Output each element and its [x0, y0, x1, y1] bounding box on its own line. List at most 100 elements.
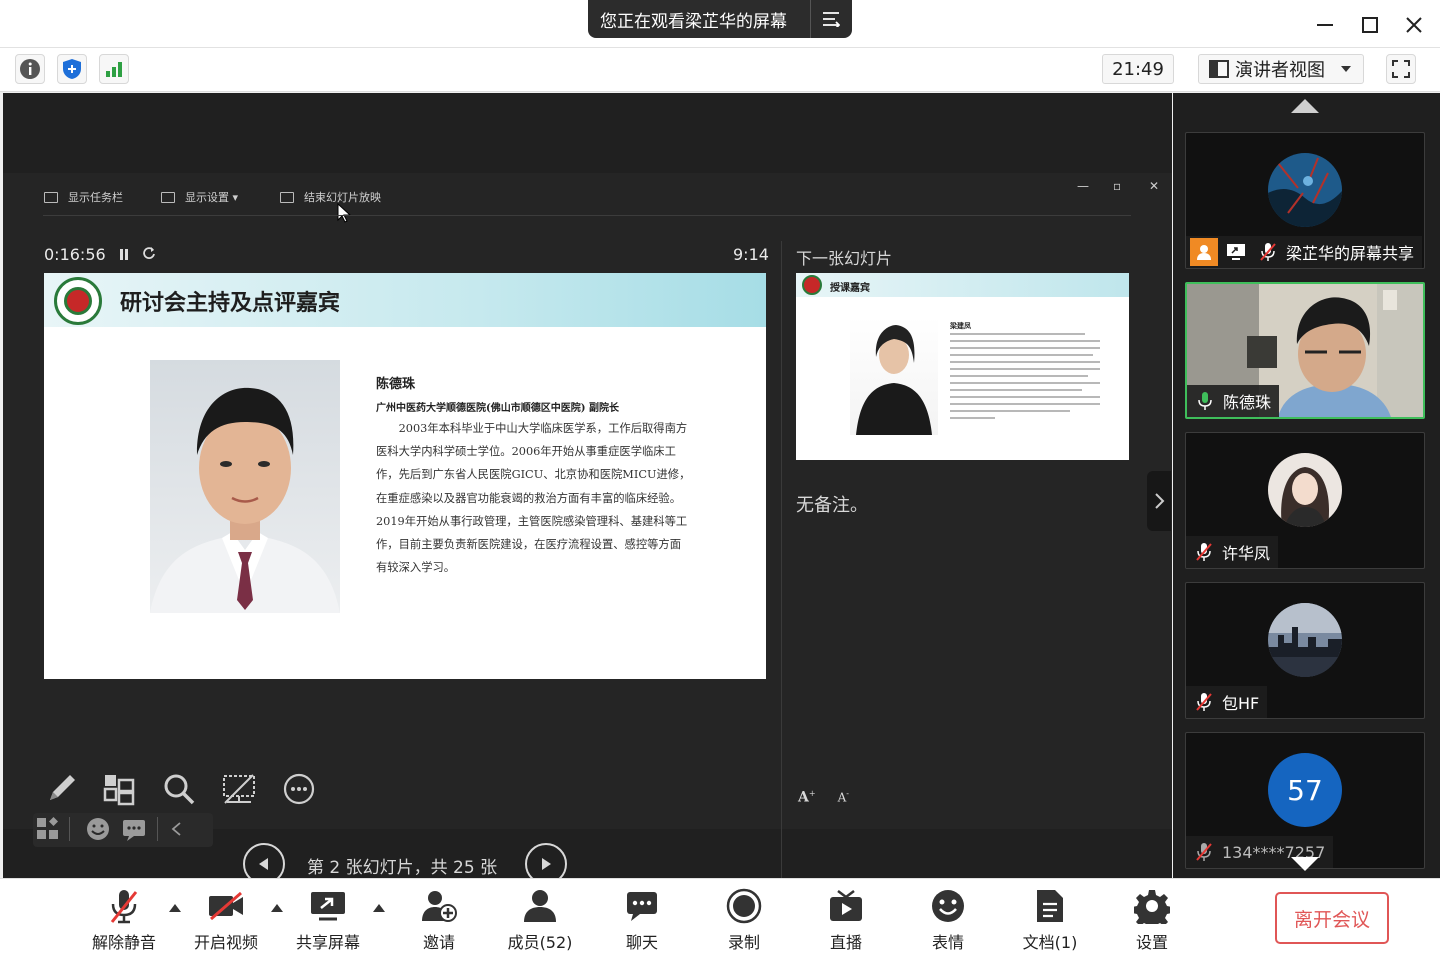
- slide-header: 研讨会主持及点评嘉宾: [44, 273, 766, 327]
- members-icon: [495, 887, 585, 925]
- maximize-icon[interactable]: [1355, 10, 1385, 40]
- record-icon: [699, 887, 789, 925]
- next-slide-preview[interactable]: 授课嘉宾 梁建凤: [796, 273, 1129, 460]
- reactions-button[interactable]: 表情: [903, 887, 993, 953]
- participant-label: 梁芷华的屏幕共享: [1186, 236, 1423, 268]
- display-settings-label: 显示设置 ▾: [185, 191, 239, 204]
- record-button[interactable]: 录制: [699, 887, 789, 953]
- current-slide[interactable]: 研讨会主持及点评嘉宾 陈德珠 广州中医药大学顺德医院(佛山市顺德区中医院) 副院…: [44, 273, 766, 679]
- slide-counter: 第 2 张幻灯片，共 25 张: [307, 858, 498, 878]
- speaker-name: 陈德珠: [376, 377, 416, 392]
- video-options-caret[interactable]: [271, 904, 283, 912]
- participant-avatar: [1268, 603, 1342, 677]
- scroll-down-icon[interactable]: [1291, 857, 1319, 871]
- screen-share-banner[interactable]: 您正在观看梁芷华的屏幕: [588, 0, 852, 38]
- meeting-control-bar: 解除静音 开启视频 共享屏幕 邀请 成员(52) 聊天 录制 直播 表情 文档(…: [0, 878, 1440, 960]
- comment-icon[interactable]: [121, 816, 147, 842]
- next-slide-text-lines: [950, 333, 1100, 424]
- reset-timer-icon[interactable]: [142, 245, 156, 264]
- mic-muted-icon: [1190, 838, 1218, 866]
- video-label: 开启视频: [193, 933, 258, 952]
- layout-icon: [1209, 60, 1229, 78]
- next-slide-speaker-name: 梁建凤: [950, 322, 971, 330]
- live-stream-icon: [801, 887, 891, 925]
- speaker-notes: 无备注。: [796, 495, 868, 516]
- end-slideshow-button[interactable]: 结束幻灯片放映: [280, 189, 381, 205]
- see-all-slides-icon[interactable]: [101, 771, 137, 807]
- unmute-button[interactable]: 解除静音: [79, 887, 169, 953]
- presenter-view-window: 显示任务栏 显示设置 ▾ 结束幻灯片放映 — ▫ ✕ 0:16:56 9:14 …: [3, 173, 1172, 885]
- screen-share-icon: [1222, 238, 1250, 266]
- start-video-button[interactable]: 开启视频: [181, 887, 271, 953]
- gear-icon: [1107, 887, 1197, 925]
- black-screen-icon[interactable]: [221, 771, 257, 807]
- current-time: 9:14: [733, 245, 769, 264]
- pp-restore-icon[interactable]: ▫: [1113, 179, 1121, 193]
- apps-icon[interactable]: [35, 816, 61, 842]
- view-mode-dropdown[interactable]: 演讲者视图: [1198, 54, 1364, 84]
- participant-tile[interactable]: 包HF: [1185, 582, 1425, 719]
- more-options-icon[interactable]: [281, 771, 317, 807]
- participant-tile[interactable]: 57 134****7257: [1185, 732, 1425, 869]
- participant-label: 许华凤: [1186, 536, 1279, 568]
- record-label: 录制: [727, 933, 760, 952]
- presenter-toolbar: 显示任务栏 显示设置 ▾ 结束幻灯片放映 — ▫ ✕: [3, 173, 1172, 223]
- increase-font-button[interactable]: A+: [798, 789, 816, 806]
- participant-label: 陈德珠: [1187, 385, 1280, 417]
- show-taskbar-button[interactable]: 显示任务栏: [44, 189, 123, 205]
- fullscreen-icon[interactable]: [1386, 54, 1416, 84]
- next-slide-portrait: [850, 317, 938, 435]
- docs-label: 文档(1): [1022, 933, 1078, 952]
- elapsed-time: 0:16:56: [44, 245, 106, 264]
- invite-label: 邀请: [422, 933, 455, 952]
- participant-avatar-initials: 57: [1268, 753, 1342, 827]
- reaction-icon[interactable]: [85, 816, 111, 842]
- slide-title: 研讨会主持及点评嘉宾: [120, 291, 341, 316]
- banner-menu-icon[interactable]: [810, 0, 850, 38]
- next-slide-header: 授课嘉宾: [796, 273, 1129, 297]
- expand-panel-button[interactable]: [1147, 471, 1171, 531]
- audio-options-caret[interactable]: [169, 904, 181, 912]
- info-icon[interactable]: [15, 54, 45, 84]
- mic-off-icon: [79, 887, 169, 925]
- meeting-info-bar: 21:49 演讲者视图: [0, 48, 1440, 92]
- share-banner-text: 您正在观看梁芷华的屏幕: [600, 11, 787, 32]
- participant-tile[interactable]: 梁芷华的屏幕共享: [1185, 132, 1425, 269]
- leave-meeting-button[interactable]: 离开会议: [1275, 892, 1389, 944]
- next-slide-title: 授课嘉宾: [830, 283, 870, 294]
- live-label: 直播: [829, 933, 862, 952]
- chat-icon: [597, 887, 687, 925]
- chat-button[interactable]: 聊天: [597, 887, 687, 953]
- pen-tools: [43, 771, 343, 811]
- camera-off-icon: [181, 887, 271, 925]
- pen-icon[interactable]: [43, 771, 79, 807]
- signal-strength-icon[interactable]: [99, 54, 129, 84]
- font-size-controls: A+ A-: [798, 789, 849, 806]
- members-button[interactable]: 成员(52): [495, 887, 585, 953]
- pause-icon[interactable]: [119, 249, 128, 260]
- participant-name: 包HF: [1222, 694, 1260, 713]
- participant-tile[interactable]: 许华凤: [1185, 432, 1425, 569]
- collapse-chevron-icon[interactable]: [169, 821, 185, 837]
- share-screen-button[interactable]: 共享屏幕: [283, 887, 373, 953]
- show-taskbar-label: 显示任务栏: [68, 191, 123, 204]
- mouse-cursor-icon: [337, 203, 351, 223]
- display-settings-button[interactable]: 显示设置 ▾: [161, 189, 238, 205]
- decrease-font-button[interactable]: A-: [838, 789, 849, 806]
- mic-muted-icon: [1190, 538, 1218, 566]
- invite-button[interactable]: 邀请: [394, 887, 484, 953]
- participant-tile[interactable]: 陈德珠: [1185, 282, 1425, 419]
- live-stream-button[interactable]: 直播: [801, 887, 891, 953]
- pp-minimize-icon[interactable]: —: [1077, 179, 1089, 193]
- zoom-icon[interactable]: [161, 771, 197, 807]
- settings-button[interactable]: 设置: [1107, 887, 1197, 953]
- documents-button[interactable]: 文档(1): [1005, 887, 1095, 953]
- close-icon[interactable]: [1399, 10, 1429, 40]
- next-slide-logo-icon: [802, 275, 822, 295]
- share-options-caret[interactable]: [373, 904, 385, 912]
- participant-name: 陈德珠: [1223, 393, 1272, 412]
- scroll-up-icon[interactable]: [1291, 99, 1319, 113]
- minimize-icon[interactable]: [1310, 10, 1340, 40]
- security-shield-icon[interactable]: [57, 54, 87, 84]
- pp-close-icon[interactable]: ✕: [1149, 179, 1159, 193]
